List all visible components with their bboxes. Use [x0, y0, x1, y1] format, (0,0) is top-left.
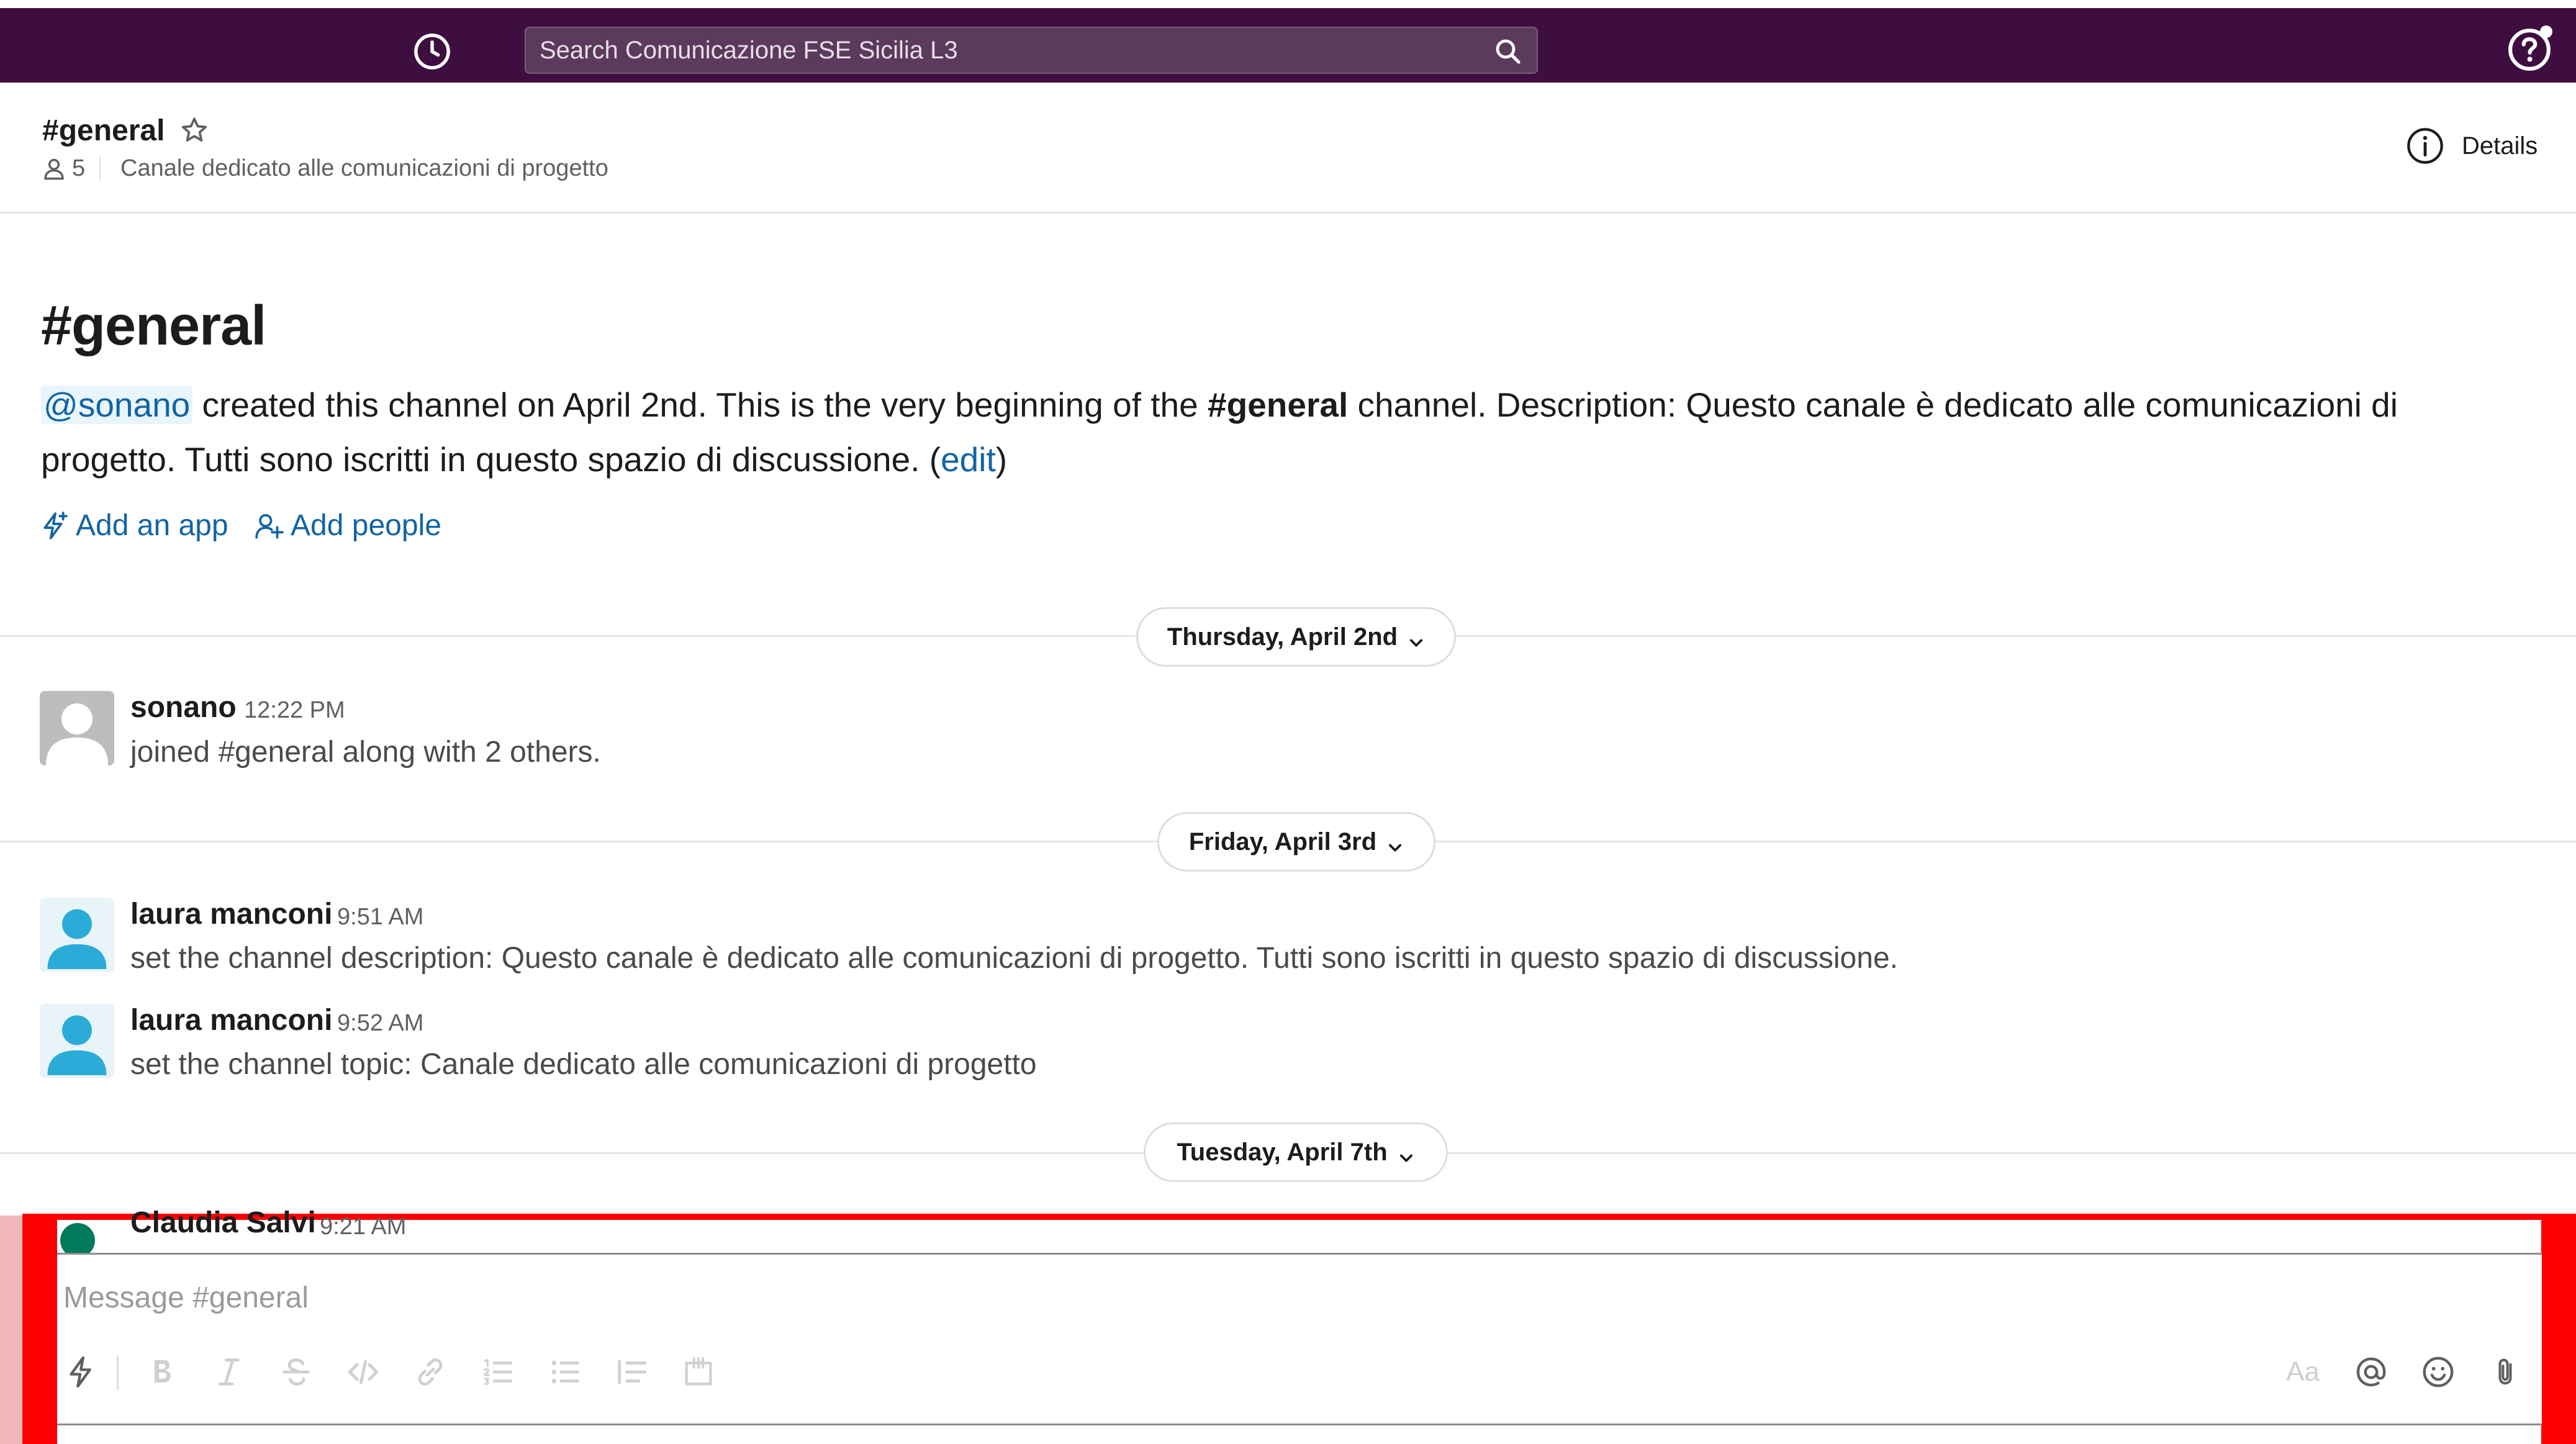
star-icon[interactable]	[179, 115, 210, 146]
message-input[interactable]: Message #general	[63, 1279, 309, 1317]
search-bar[interactable]: Search Comunicazione FSE Sicilia L3	[525, 27, 1538, 74]
message-text: joined #general along with 2 others.	[130, 736, 601, 769]
add-app-button[interactable]: Add an app	[38, 504, 228, 548]
search-placeholder: Search Comunicazione FSE Sicilia L3	[540, 37, 958, 64]
add-people-label: Add people	[291, 509, 441, 542]
message-timestamp[interactable]: 9:21 AM	[320, 1208, 406, 1245]
default-avatar-icon	[47, 909, 107, 969]
add-app-label: Add an app	[76, 509, 228, 542]
chevron-down-icon	[1399, 1154, 1412, 1162]
member-icon[interactable]	[41, 156, 67, 182]
formatting-icon[interactable]: Aa	[2281, 1353, 2325, 1391]
day-divider-thursday[interactable]: Thursday, April 2nd	[1136, 607, 1456, 667]
day-label: Friday, April 3rd	[1188, 828, 1377, 855]
channel-name[interactable]: #general	[42, 112, 165, 150]
day-divider-friday[interactable]: Friday, April 3rd	[1157, 812, 1435, 872]
add-people-button[interactable]: Add people	[253, 504, 458, 548]
intro-text-3: )	[995, 440, 1008, 479]
search-icon[interactable]	[1493, 37, 1523, 66]
italic-icon[interactable]	[211, 1354, 247, 1390]
intro-description: @sonano created this channel on April 2n…	[41, 377, 2500, 487]
add-app-icon	[43, 512, 68, 539]
day-label: Thursday, April 2nd	[1167, 623, 1398, 651]
chevron-down-icon	[1410, 639, 1423, 647]
bulleted-list-icon[interactable]	[546, 1354, 582, 1390]
strikethrough-icon[interactable]	[278, 1354, 314, 1390]
channel-topic[interactable]: Canale dedicato alle comunicazioni di pr…	[120, 152, 608, 184]
details-button[interactable]: Details	[2462, 129, 2538, 163]
add-people-icon	[255, 514, 284, 539]
channel-header: #general 5 Canale dedicato alle comunica…	[0, 83, 2576, 214]
intro-channel-name: #general	[1208, 386, 1349, 424]
shortcuts-icon[interactable]	[62, 1354, 98, 1390]
avatar-sonano[interactable]	[40, 691, 114, 765]
avatar-laura-manconi[interactable]	[40, 1004, 114, 1078]
info-icon[interactable]	[2405, 126, 2445, 166]
intro-text-1: created this channel on April 2nd. This …	[192, 386, 1208, 424]
day-label: Tuesday, April 7th	[1177, 1139, 1388, 1166]
default-avatar-icon	[47, 1015, 107, 1075]
message-author[interactable]: Claudia Salvi	[130, 1204, 316, 1242]
message-text: set the channel description: Questo cana…	[130, 942, 1898, 975]
highlight-shadow	[0, 1216, 22, 1444]
message-timestamp[interactable]: 12:22 PM	[244, 692, 345, 729]
default-avatar-icon	[46, 703, 108, 765]
message-author[interactable]: sonano	[130, 689, 237, 726]
blockquote-icon[interactable]	[613, 1354, 649, 1390]
code-icon[interactable]	[345, 1354, 381, 1390]
toolbar-separator	[117, 1355, 119, 1390]
message-timestamp[interactable]: 9:51 AM	[337, 898, 423, 936]
mention-icon[interactable]	[2353, 1354, 2389, 1390]
header-separator	[99, 157, 101, 181]
member-count[interactable]: 5	[72, 152, 85, 184]
ordered-list-icon[interactable]	[479, 1354, 515, 1390]
intro-title: #general	[41, 295, 266, 357]
top-bar: Search Comunicazione FSE Sicilia L3	[0, 8, 2576, 83]
link-icon[interactable]	[412, 1354, 448, 1390]
message-author[interactable]: laura manconi	[130, 896, 332, 933]
chevron-down-icon	[1389, 844, 1402, 852]
bold-icon[interactable]	[144, 1354, 180, 1390]
message-composer[interactable]: Message #general Aa	[57, 1253, 2542, 1425]
message-author[interactable]: laura manconi	[130, 1002, 332, 1039]
creator-mention[interactable]: @sonano	[41, 386, 193, 424]
edit-link[interactable]: edit	[941, 440, 996, 479]
history-icon[interactable]	[412, 31, 453, 72]
message-text: set the channel topic: Canale dedicato a…	[130, 1048, 1037, 1081]
emoji-icon[interactable]	[2420, 1354, 2456, 1390]
day-divider-tuesday[interactable]: Tuesday, April 7th	[1144, 1122, 1448, 1182]
code-block-icon[interactable]	[680, 1354, 716, 1390]
notification-dot	[2540, 25, 2552, 38]
avatar-laura-manconi[interactable]	[40, 898, 114, 972]
attachment-icon[interactable]	[2487, 1354, 2523, 1390]
message-timestamp[interactable]: 9:52 AM	[337, 1004, 423, 1042]
